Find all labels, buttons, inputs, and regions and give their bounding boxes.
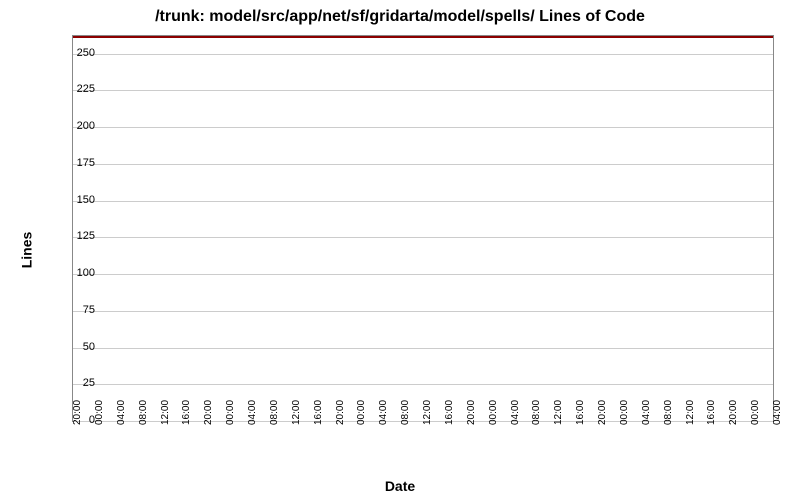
x-tick-label: 00:00 xyxy=(619,400,630,425)
gridline xyxy=(73,90,773,91)
y-axis-label: Lines xyxy=(18,232,34,269)
x-tick-label: 16:00 xyxy=(181,400,192,425)
x-tick-label: 00:00 xyxy=(356,400,367,425)
y-tick-label: 50 xyxy=(65,341,95,353)
x-tick-label: 16:00 xyxy=(313,400,324,425)
x-tick-label: 20:00 xyxy=(203,400,214,425)
gridline xyxy=(73,384,773,385)
y-tick-label: 150 xyxy=(65,194,95,206)
x-tick-label: 04:00 xyxy=(378,400,389,425)
x-tick-label: 20:00 xyxy=(72,400,83,425)
gridline xyxy=(73,311,773,312)
x-tick-label: 04:00 xyxy=(510,400,521,425)
x-tick-label: 08:00 xyxy=(138,400,149,425)
x-tick-label: 08:00 xyxy=(531,400,542,425)
x-tick-label: 12:00 xyxy=(422,400,433,425)
y-tick-label: 225 xyxy=(65,83,95,95)
x-tick-label: 08:00 xyxy=(400,400,411,425)
x-tick-label: 12:00 xyxy=(553,400,564,425)
x-tick-label: 04:00 xyxy=(116,400,127,425)
y-tick-label: 200 xyxy=(65,120,95,132)
x-tick-label: 00:00 xyxy=(94,400,105,425)
x-tick-label: 00:00 xyxy=(750,400,761,425)
chart-title: /trunk: model/src/app/net/sf/gridarta/mo… xyxy=(0,8,800,26)
x-tick-label: 04:00 xyxy=(772,400,783,425)
x-tick-label: 16:00 xyxy=(444,400,455,425)
y-tick-label: 125 xyxy=(65,230,95,242)
x-tick-label: 12:00 xyxy=(160,400,171,425)
chart-container: /trunk: model/src/app/net/sf/gridarta/mo… xyxy=(0,0,800,500)
gridline xyxy=(73,54,773,55)
x-tick-label: 12:00 xyxy=(291,400,302,425)
gridline xyxy=(73,348,773,349)
data-series-line xyxy=(73,36,773,38)
y-tick-label: 100 xyxy=(65,267,95,279)
plot-area xyxy=(72,35,774,422)
gridline xyxy=(73,237,773,238)
x-tick-label: 04:00 xyxy=(247,400,258,425)
x-tick-label: 20:00 xyxy=(335,400,346,425)
x-tick-label: 08:00 xyxy=(269,400,280,425)
y-tick-label: 75 xyxy=(65,304,95,316)
x-tick-label: 20:00 xyxy=(597,400,608,425)
x-tick-label: 08:00 xyxy=(663,400,674,425)
x-tick-label: 20:00 xyxy=(728,400,739,425)
x-tick-label: 16:00 xyxy=(706,400,717,425)
x-tick-label: 04:00 xyxy=(641,400,652,425)
x-tick-label: 00:00 xyxy=(225,400,236,425)
x-tick-label: 00:00 xyxy=(488,400,499,425)
gridline xyxy=(73,201,773,202)
x-tick-label: 16:00 xyxy=(575,400,586,425)
y-tick-label: 25 xyxy=(65,377,95,389)
x-tick-label: 20:00 xyxy=(466,400,477,425)
gridline xyxy=(73,127,773,128)
y-tick-label: 250 xyxy=(65,47,95,59)
y-tick-label: 175 xyxy=(65,157,95,169)
gridline xyxy=(73,164,773,165)
gridline xyxy=(73,274,773,275)
x-tick-label: 12:00 xyxy=(685,400,696,425)
x-axis-label: Date xyxy=(0,478,800,494)
